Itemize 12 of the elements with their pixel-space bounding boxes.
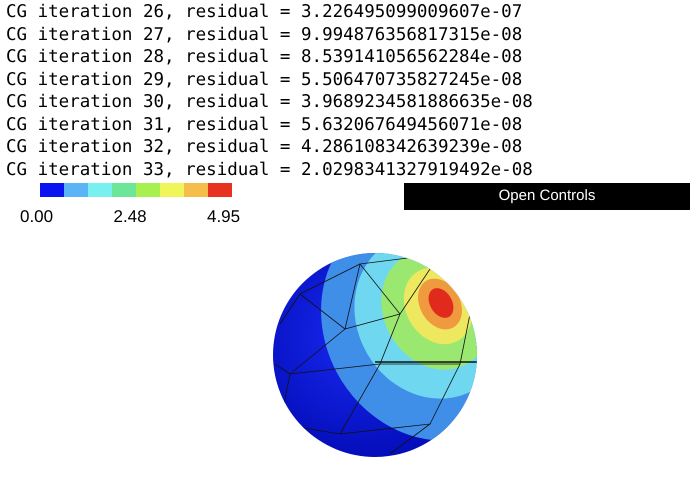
open-controls-button[interactable]: Open Controls xyxy=(404,183,690,210)
colorbar-label: 0.00 xyxy=(20,206,54,228)
log-line: CG iteration 26, residual = 3.226495099009607e-07 xyxy=(6,1,522,24)
log-line: CG iteration 30, residual = 3.9689234581886635e-08 xyxy=(6,91,533,114)
log-line: CG iteration 32, residual = 4.286108342639239e-08 xyxy=(6,136,522,158)
colorbar-label: 4.95 xyxy=(207,206,240,228)
log-line: CG iteration 28, residual = 8.539141056562284e-08 xyxy=(6,46,522,68)
colorbar-label: 2.48 xyxy=(114,206,147,228)
log-line: CG iteration 31, residual = 5.632067649456071e-08 xyxy=(6,114,522,136)
log-line: CG iteration 33, residual = 2.0298341327919492e-08 xyxy=(6,158,533,181)
log-line: CG iteration 27, residual = 9.994876356817315e-08 xyxy=(6,24,522,46)
log-line: CG iteration 29, residual = 5.506470735827245e-08 xyxy=(6,68,522,91)
